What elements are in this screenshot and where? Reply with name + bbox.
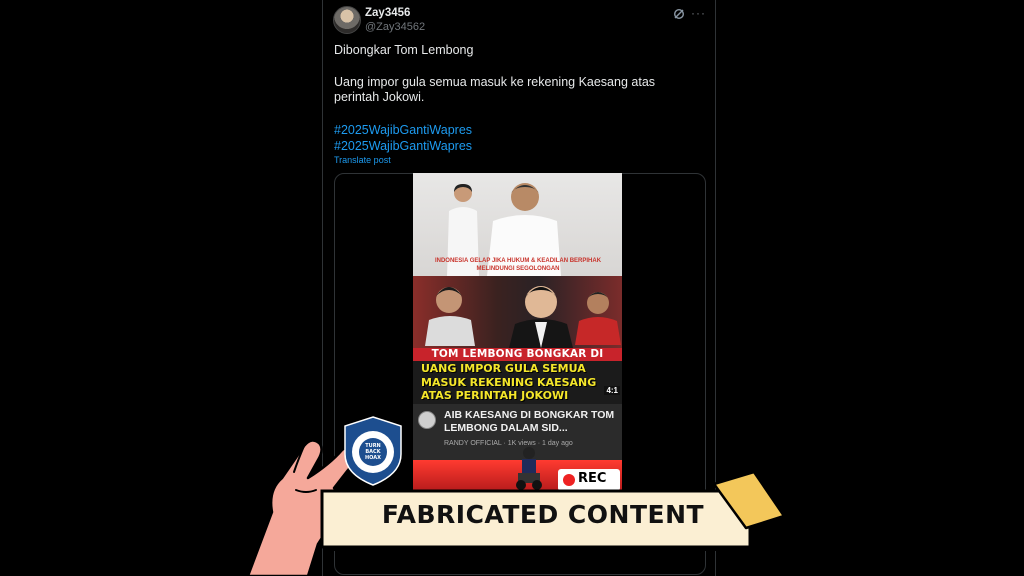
yellow-line: UANG IMPOR GULA SEMUA — [421, 362, 586, 375]
yellow-line: ATAS PERINTAH JOKOWI — [421, 389, 569, 402]
person-photo — [509, 286, 573, 348]
grok-icon[interactable] — [673, 8, 685, 20]
mafindo-badge-logo: TURN BACK HOAX — [344, 416, 402, 486]
video-meta: RANDY OFFICIAL · 1K views · 1 day ago — [444, 440, 573, 447]
hashtag-link[interactable]: #2025WajibGantiWapres — [334, 139, 472, 153]
tweet-text-line2: Uang impor gula semua masuk ke rekening … — [334, 75, 656, 104]
video-thumbnail[interactable]: INDONESIA GELAP JIKA HUKUM & KEADILAN BE… — [413, 173, 622, 491]
svg-text:HOAX: HOAX — [365, 455, 381, 461]
yellow-headline: UANG IMPOR GULA SEMUA MASUK REKENING KAE… — [413, 361, 622, 404]
video-duration: 4:1 — [604, 386, 620, 395]
record-icon — [563, 474, 575, 486]
fabricated-content-label: FABRICATED CONTENT — [381, 500, 705, 529]
person-photo — [425, 287, 475, 346]
person-photo — [575, 292, 621, 345]
user-handle[interactable]: @Zay34562 — [365, 21, 425, 33]
hashtag-link[interactable]: #2025WajibGantiWapres — [334, 123, 472, 137]
screenshot-stage: Zay3456 @Zay34562 ··· Dibongkar Tom Lemb… — [0, 0, 1024, 576]
avatar[interactable] — [333, 6, 361, 34]
thumbnail-caption: INDONESIA GELAP JIKA HUKUM & KEADILAN BE… — [434, 258, 602, 272]
channel-avatar[interactable] — [418, 411, 436, 429]
video-title[interactable]: AIB KAESANG DI BONGKAR TOM LEMBONG DALAM… — [444, 409, 619, 435]
tape-decoration — [712, 470, 786, 530]
yellow-line: MASUK REKENING KAESANG — [421, 375, 597, 389]
translate-post-link[interactable]: Translate post — [334, 155, 391, 165]
rec-label: REC — [578, 471, 607, 486]
motorcycle-rider-image — [516, 447, 542, 490]
display-name[interactable]: Zay3456 — [365, 7, 410, 19]
more-icon[interactable]: ··· — [691, 6, 706, 20]
red-headline-banner: TOM LEMBONG BONGKAR DI SIDANG — [413, 348, 622, 373]
tweet-text-line1: Dibongkar Tom Lembong — [334, 43, 474, 57]
